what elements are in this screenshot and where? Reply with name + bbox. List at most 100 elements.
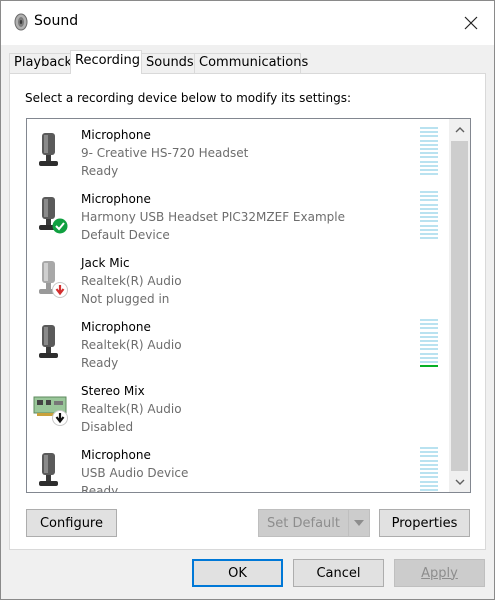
level-meter-segment [420, 323, 438, 326]
level-meter-segment [420, 169, 438, 171]
microphone-icon [39, 133, 58, 166]
level-meter-segment [420, 131, 438, 134]
level-meter-segment [420, 152, 438, 155]
level-meter-segment [420, 348, 438, 351]
level-meter [420, 447, 438, 492]
level-meter-segment [420, 356, 438, 359]
properties-button[interactable]: Properties [379, 509, 470, 537]
sound-card-icon [33, 396, 68, 426]
device-row[interactable]: Stereo Mix Realtek(R) Audio Disabled [27, 375, 450, 439]
device-row[interactable]: Microphone 9- Creative HS-720 Headset Re… [27, 119, 450, 183]
level-meter-segment [420, 127, 438, 129]
level-meter [420, 127, 438, 177]
device-name: Stereo Mix [81, 384, 145, 398]
level-meter-segment [420, 455, 438, 458]
speaker-icon [14, 13, 28, 31]
level-meter-segment [420, 327, 438, 330]
level-meter-segment [420, 365, 438, 368]
device-status: Disabled [81, 420, 134, 434]
device-description: Realtek(R) Audio [81, 402, 182, 416]
sound-dialog: Sound Playback Recording Sounds Communic… [0, 0, 495, 600]
level-meter-segment [420, 361, 438, 363]
unplugged-arrow-icon [52, 282, 68, 298]
scroll-down-button[interactable] [449, 471, 470, 492]
level-meter-segment [420, 135, 438, 138]
level-meter-segment [420, 148, 438, 150]
level-meter-segment [420, 484, 438, 487]
level-meter-segment [420, 139, 438, 142]
device-description: Harmony USB Headset PIC32MZEF Example [81, 210, 345, 224]
level-meter-segment [420, 216, 438, 219]
device-status: Ready [81, 356, 119, 370]
scroll-up-button[interactable] [449, 119, 470, 140]
device-list[interactable]: Microphone 9- Creative HS-720 Headset Re… [26, 118, 471, 493]
level-meter-segment [420, 173, 438, 176]
level-meter-segment [420, 472, 438, 475]
level-meter-segment [420, 340, 438, 342]
tab-recording[interactable]: Recording [70, 50, 142, 74]
device-row[interactable]: Microphone USB Audio Device Ready [27, 439, 450, 493]
level-meter-segment [420, 228, 438, 231]
default-checkmark-icon [52, 218, 68, 234]
device-description: USB Audio Device [81, 466, 189, 480]
configure-button[interactable]: Configure [26, 509, 117, 537]
level-meter-segment [420, 220, 438, 223]
level-meter-segment [420, 489, 438, 491]
level-meter-segment [420, 207, 438, 210]
chevron-up-icon [455, 126, 464, 132]
device-row[interactable]: Microphone Harmony USB Headset PIC32MZEF… [27, 183, 450, 247]
level-meter-segment [420, 476, 438, 479]
level-meter-segment [420, 224, 438, 227]
device-row[interactable]: Jack Mic Realtek(R) Audio Not plugged in [27, 247, 450, 311]
ok-button[interactable]: OK [192, 559, 283, 587]
vertical-scrollbar[interactable] [449, 119, 470, 492]
device-name: Microphone [81, 192, 151, 206]
level-meter-segment [420, 480, 438, 483]
level-meter-segment [420, 237, 438, 240]
level-meter-segment [420, 319, 438, 321]
recording-panel: Select a recording device below to modif… [9, 73, 486, 550]
device-status: Not plugged in [81, 292, 170, 306]
chevron-down-icon [354, 520, 364, 526]
disabled-arrow-icon [52, 410, 68, 426]
device-name: Jack Mic [81, 256, 130, 270]
chevron-down-icon [455, 479, 464, 485]
title-bar: Sound [1, 1, 494, 45]
device-status: Default Device [81, 228, 170, 242]
level-meter-segment [420, 459, 438, 462]
device-name: Microphone [81, 320, 151, 334]
device-row[interactable]: Microphone Realtek(R) Audio Ready [27, 311, 450, 375]
level-meter-segment [420, 199, 438, 202]
set-default-button[interactable]: Set Default [258, 509, 349, 537]
level-meter-segment [420, 156, 438, 159]
level-meter-segment [420, 164, 438, 167]
level-meter-segment [420, 451, 438, 454]
level-meter [420, 191, 438, 241]
level-meter-segment [420, 447, 438, 449]
tab-communications[interactable]: Communications [194, 53, 308, 73]
microphone-icon [39, 261, 68, 298]
device-description: Realtek(R) Audio [81, 274, 182, 288]
level-meter-segment [420, 344, 438, 347]
close-button[interactable] [448, 1, 494, 45]
level-meter-segment [420, 191, 438, 193]
close-icon [464, 16, 478, 30]
level-meter-segment [420, 212, 438, 214]
cancel-button[interactable]: Cancel [293, 559, 384, 587]
device-name: Microphone [81, 128, 151, 142]
level-meter-segment [420, 203, 438, 206]
level-meter-segment [420, 463, 438, 466]
microphone-icon [39, 453, 58, 486]
device-status: Ready [81, 484, 119, 493]
level-meter-segment [420, 331, 438, 334]
tab-sounds[interactable]: Sounds [141, 53, 195, 73]
tab-playback[interactable]: Playback [9, 53, 72, 73]
apply-button[interactable]: Apply [394, 559, 485, 587]
level-meter-segment [420, 143, 438, 146]
level-meter-segment [420, 195, 438, 198]
apply-label: Apply [421, 565, 458, 581]
level-meter [420, 319, 438, 369]
instruction-text: Select a recording device below to modif… [25, 91, 352, 105]
scroll-thumb[interactable] [451, 141, 468, 471]
set-default-dropdown[interactable] [348, 509, 370, 537]
